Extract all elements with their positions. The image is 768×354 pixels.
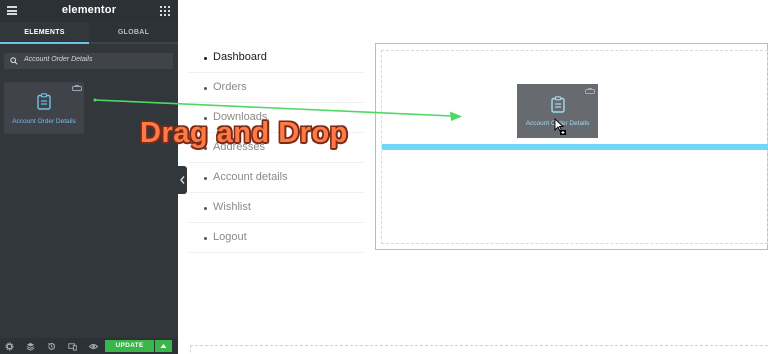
drag-cursor-icon — [554, 118, 566, 135]
tab-elements[interactable]: ELEMENTS — [0, 22, 89, 44]
nav-item-wishlist[interactable]: Wishlist — [188, 193, 364, 223]
nav-item-logout[interactable]: Logout — [188, 223, 364, 253]
elementor-editor: elementor ELEMENTS GLOBAL Account Order … — [0, 0, 768, 354]
elementor-panel: elementor ELEMENTS GLOBAL Account Order … — [0, 0, 178, 354]
nav-item-account-details[interactable]: Account details — [188, 163, 364, 193]
widget-label: Account Order Details — [12, 118, 76, 125]
search-input[interactable]: Account Order Details — [4, 53, 173, 69]
pro-badge-icon — [585, 88, 595, 94]
history-icon[interactable] — [47, 342, 56, 351]
widget-account-order-details[interactable]: Account Order Details — [4, 82, 84, 134]
brand-logo: elementor — [61, 4, 117, 16]
panel-tabs: ELEMENTS GLOBAL — [0, 22, 178, 44]
clipboard-icon — [37, 93, 51, 110]
chevron-left-icon — [180, 176, 185, 184]
drop-indicator — [382, 144, 768, 150]
tab-global[interactable]: GLOBAL — [89, 22, 178, 44]
navigator-layers-icon[interactable] — [26, 342, 35, 351]
add-section-area[interactable] — [190, 345, 768, 354]
widgets-grid-icon[interactable] — [160, 6, 170, 16]
clipboard-icon — [551, 96, 565, 113]
panel-collapse-button[interactable] — [178, 166, 187, 194]
nav-item-dashboard[interactable]: Dashboard — [188, 43, 364, 73]
responsive-mode-icon[interactable] — [68, 342, 77, 351]
pro-badge-icon — [72, 85, 82, 91]
preview-eye-icon[interactable] — [89, 342, 98, 351]
settings-gear-icon[interactable] — [5, 342, 14, 351]
search-icon — [10, 57, 18, 65]
panel-footer: UPDATE — [0, 338, 178, 354]
search-value: Account Order Details — [24, 56, 93, 63]
update-button[interactable]: UPDATE — [105, 340, 154, 352]
caret-up-icon — [160, 344, 167, 348]
update-options-button[interactable] — [155, 340, 172, 352]
panel-header: elementor — [0, 0, 178, 22]
drag-and-drop-annotation: Drag and Drop — [140, 117, 348, 149]
nav-item-orders[interactable]: Orders — [188, 73, 364, 103]
